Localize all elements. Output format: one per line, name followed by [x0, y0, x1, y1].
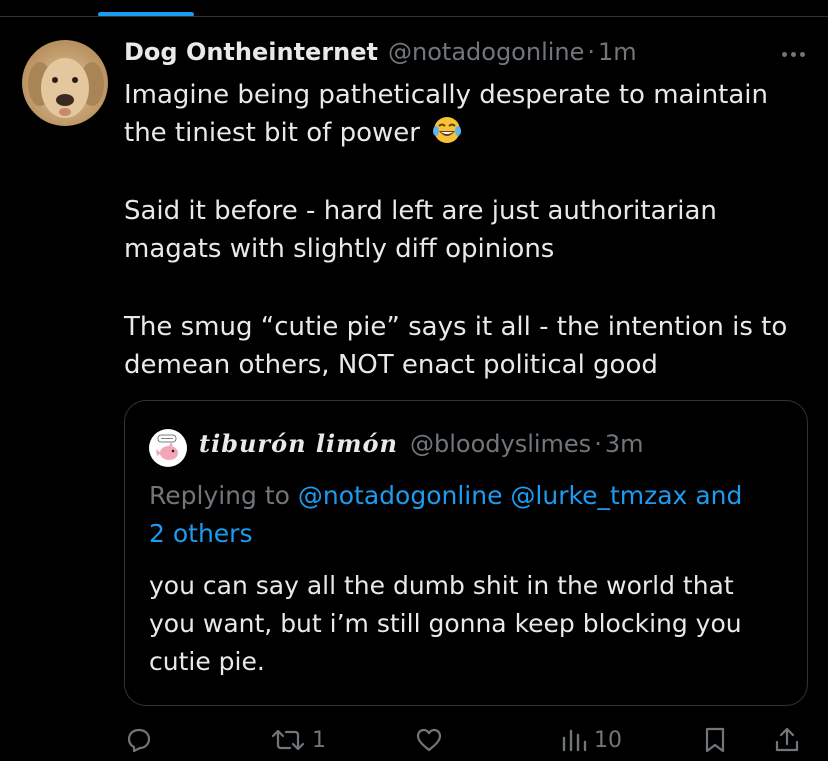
quote-text-line: you want, but i’m still gonna keep block…: [149, 609, 742, 638]
tweet-text-line: magats with slightly diff opinions: [124, 234, 555, 264]
header-separator: ·: [587, 38, 596, 66]
retweet-count: 1: [312, 727, 326, 753]
avatar[interactable]: [22, 40, 108, 126]
retweet-button[interactable]: 1: [270, 720, 326, 760]
like-button[interactable]: [414, 720, 444, 760]
tweet-text-line: The smug “cutie pie” says it all - the i…: [124, 312, 788, 342]
reply-icon: [127, 728, 151, 753]
more-dot-icon: [781, 51, 787, 57]
quote-tweet-card[interactable]: tiburón limón @bloodyslimes · 3m Replyin…: [124, 400, 808, 706]
replying-to-label: Replying to: [149, 481, 290, 510]
tweet-action-bar: 1 10: [0, 720, 828, 760]
tweet-timestamp[interactable]: 1m: [598, 38, 637, 66]
views-count: 10: [594, 727, 622, 753]
quote-header: tiburón limón @bloodyslimes · 3m: [199, 429, 643, 458]
mention-link[interactable]: @notadogonline: [298, 481, 503, 510]
tweet-header: Dog Ontheinternet @notadogonline · 1m: [124, 38, 637, 74]
tweet-text-line-with-emoji: the tiniest bit of power: [124, 114, 814, 156]
mention-others-link[interactable]: 2 others: [149, 519, 252, 548]
quote-display-name[interactable]: tiburón limón: [199, 429, 398, 458]
share-icon: [775, 727, 799, 752]
reply-button[interactable]: [124, 720, 154, 760]
quote-avatar[interactable]: [149, 429, 187, 467]
quote-text: you can say all the dumb shit in the wor…: [149, 567, 789, 681]
heart-icon: [416, 728, 442, 752]
replying-to: Replying to @notadogonline @lurke_tmzax …: [149, 477, 789, 553]
tweet-text-line: demean others, NOT enact political good: [124, 350, 658, 380]
tweet-text-line: Imagine being pathetically desperate to …: [124, 80, 768, 110]
more-options-button[interactable]: [776, 44, 810, 64]
share-button[interactable]: [772, 720, 802, 760]
header-divider: [0, 16, 828, 17]
tweet-text-line: Said it before - hard left are just auth…: [124, 196, 717, 226]
bookmark-icon: [705, 727, 725, 753]
face-with-tears-of-joy-icon: [432, 115, 462, 156]
quote-user-handle[interactable]: @bloodyslimes: [410, 430, 591, 458]
more-dot-icon: [799, 51, 805, 57]
bar-chart-icon: [562, 729, 587, 752]
mention-link[interactable]: @lurke_tmzax: [510, 481, 687, 510]
tweet-text-line: the tiniest bit of power: [124, 118, 420, 148]
quote-separator: ·: [594, 430, 602, 458]
quote-timestamp[interactable]: 3m: [605, 430, 644, 458]
user-handle[interactable]: @notadogonline: [388, 38, 584, 66]
bookmark-button[interactable]: [702, 720, 728, 760]
quote-text-line: you can say all the dumb shit in the wor…: [149, 571, 734, 600]
quote-text-line: cutie pie.: [149, 647, 265, 676]
display-name[interactable]: Dog Ontheinternet: [124, 38, 378, 66]
mention-link-and[interactable]: and: [695, 481, 742, 510]
more-dot-icon: [790, 51, 796, 57]
retweet-icon: [271, 729, 305, 751]
views-button[interactable]: 10: [560, 720, 622, 760]
